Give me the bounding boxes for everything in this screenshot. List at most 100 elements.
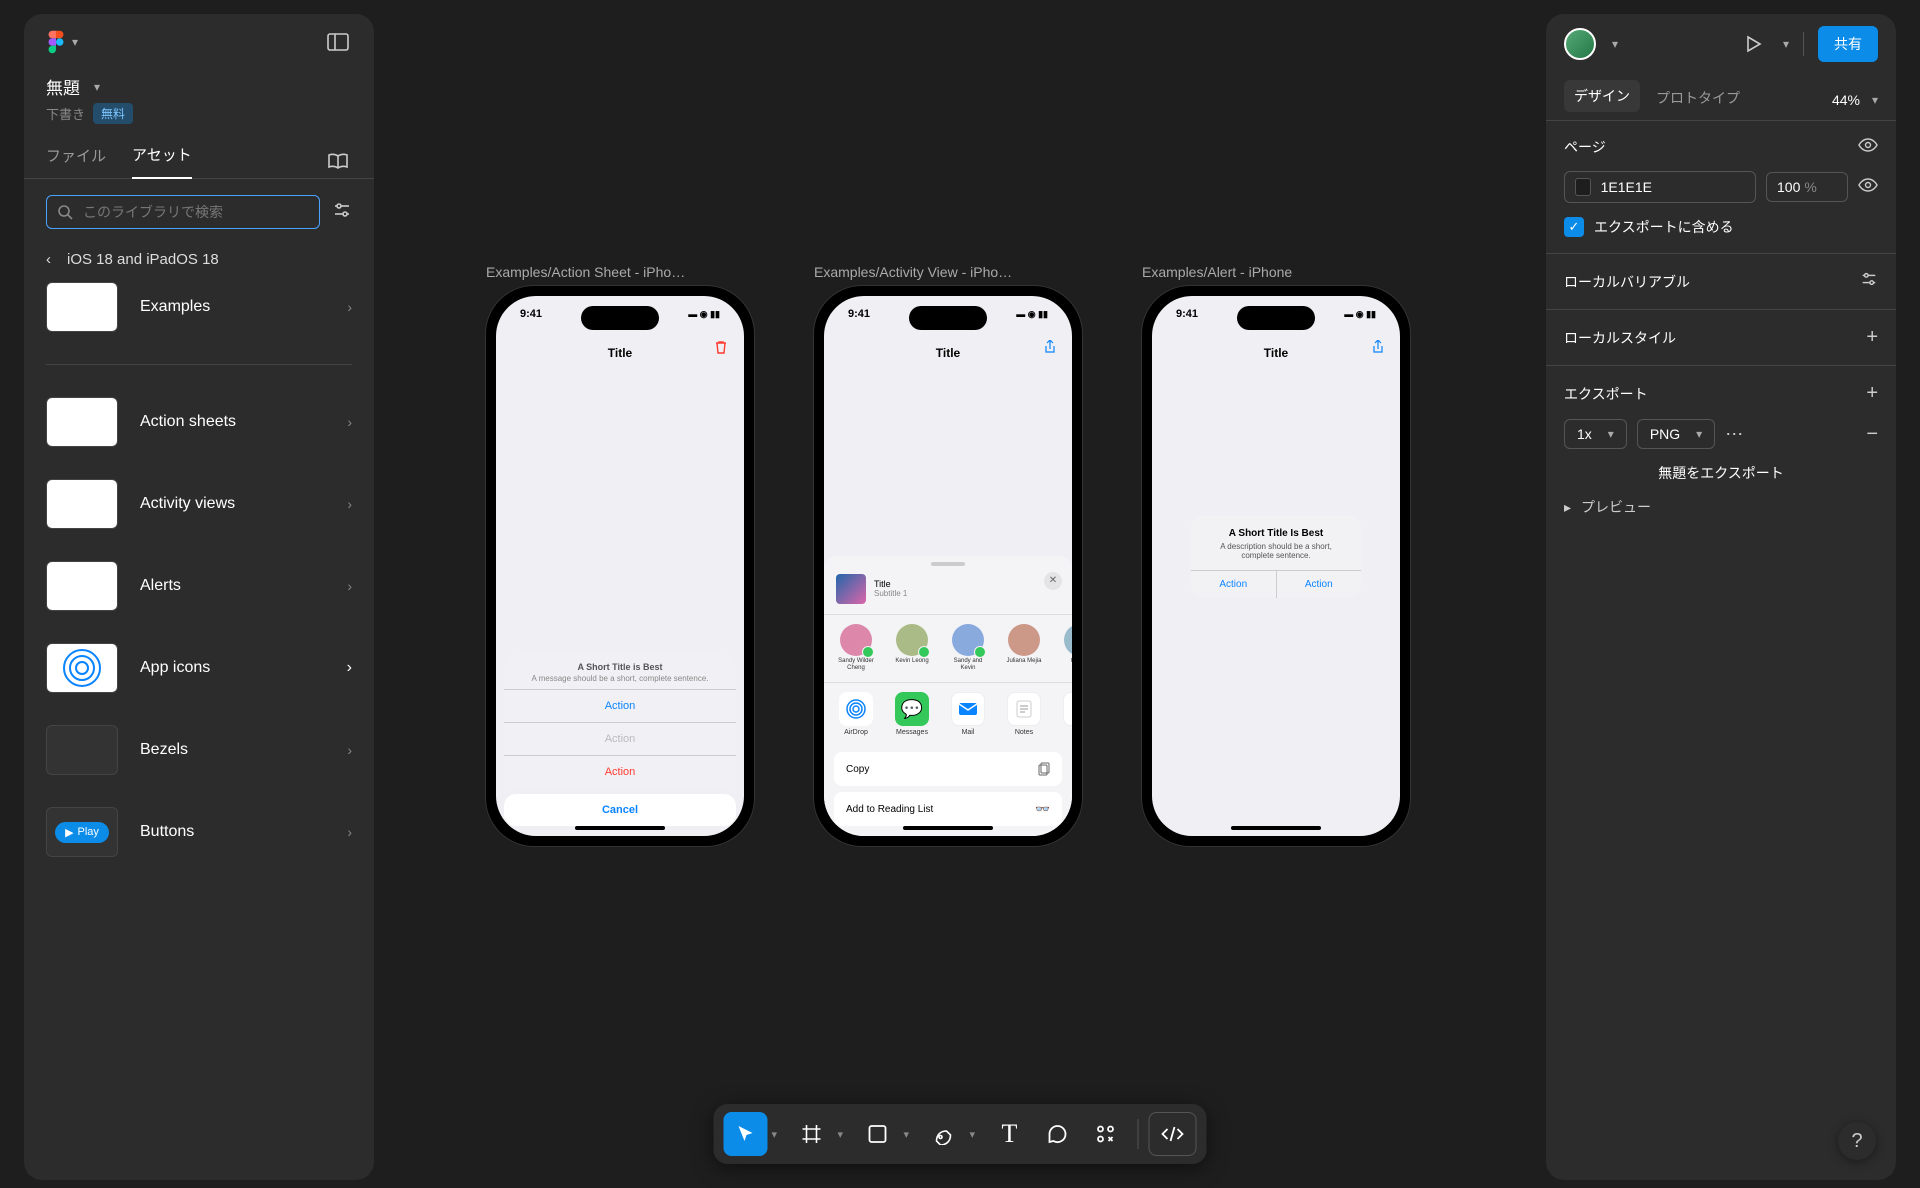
asset-item-examples[interactable]: Examples › [46,282,352,332]
frame-activity-view[interactable]: Examples/Activity View - iPho… 9:41 ▬ ◉ … [814,264,1082,846]
doc-title-row[interactable]: 無題 ▾ [24,66,374,101]
dev-mode-button[interactable] [1149,1112,1197,1156]
asset-item-app-icons[interactable]: App icons › [46,643,352,693]
shape-tool-chevron[interactable]: ▾ [904,1128,918,1141]
pen-tool-chevron[interactable]: ▾ [970,1128,984,1141]
chevron-down-icon[interactable]: ▾ [1612,37,1618,51]
play-badge: ▶ Play [55,822,109,843]
figma-menu[interactable]: ▾ [46,28,78,56]
chevron-right-icon: › [347,414,352,430]
activity-reading-list: Add to Reading List 👓 [834,792,1062,826]
export-format-select[interactable]: PNG ▾ [1637,419,1715,449]
export-button[interactable]: 無題をエクスポート [1564,463,1878,483]
alert-action-1: Action [1191,571,1277,598]
nav-title: Title [824,340,1072,366]
export-scale-select[interactable]: 1x ▾ [1564,419,1627,449]
plus-icon[interactable]: + [1866,326,1878,349]
sheet-title: A Short Title is Best [514,662,726,672]
asset-item-action-sheets[interactable]: Action sheets › [46,397,352,447]
asset-thumb [46,397,118,447]
dynamic-island [1237,306,1315,330]
frame-tool[interactable] [790,1112,834,1156]
share-button[interactable]: 共有 [1818,26,1878,62]
tab-file[interactable]: ファイル [46,145,106,178]
alert-action-2: Action [1277,571,1362,598]
zoom-control[interactable]: 44% ▾ [1832,92,1878,108]
asset-item-alerts[interactable]: Alerts › [46,561,352,611]
close-icon: ✕ [1044,572,1062,590]
color-swatch[interactable] [1575,178,1591,196]
visibility-icon[interactable] [1858,178,1878,197]
asset-item-bezels[interactable]: Bezels › [46,725,352,775]
activity-copy: Copy [834,752,1062,786]
toggle-sidebar-button[interactable] [324,28,352,56]
frame-label[interactable]: Examples/Action Sheet - iPho… [486,264,754,280]
present-button[interactable] [1739,30,1767,58]
frame-label[interactable]: Examples/Activity View - iPho… [814,264,1082,280]
tab-design[interactable]: デザイン [1564,80,1640,112]
frame-action-sheet[interactable]: Examples/Action Sheet - iPho… 9:41 ▬ ◉ ▮… [486,264,754,846]
settings-icon[interactable] [1860,270,1878,293]
section-local-styles[interactable]: ローカルスタイル + [1546,310,1896,366]
phone-mockup: 9:41 ▬ ◉ ▮▮ Title A Short Title Is Best … [1142,286,1410,846]
text-tool[interactable]: T [988,1112,1032,1156]
actions-tool[interactable] [1084,1112,1128,1156]
more-icon[interactable]: ⋯ [1725,424,1745,445]
canvas[interactable]: Examples/Action Sheet - iPho… 9:41 ▬ ◉ ▮… [376,14,1522,1180]
library-button[interactable] [324,147,352,175]
user-avatar[interactable] [1564,28,1596,60]
minus-icon[interactable]: − [1866,423,1878,446]
activity-preview-thumb [836,574,866,604]
section-title-page: ページ [1564,137,1606,157]
sheet-message: A message should be a short, complete se… [514,674,726,683]
share-icon [1044,340,1056,357]
frame-alert[interactable]: Examples/Alert - iPhone 9:41 ▬ ◉ ▮▮ Titl… [1142,264,1410,846]
background-color-input[interactable] [1564,171,1756,203]
right-panel: ▾ ▾ 共有 デザイン プロトタイプ 44% ▾ ページ 100 [1546,14,1896,1180]
phone-mockup: 9:41 ▬ ◉ ▮▮ Title A Short Title is Best … [486,286,754,846]
asset-thumb [46,479,118,529]
chevron-down-icon[interactable]: ▾ [1783,37,1789,51]
asset-item-activity-views[interactable]: Activity views › [46,479,352,529]
visibility-toggle[interactable] [1858,138,1878,157]
opacity-input[interactable]: 100 % [1766,172,1848,202]
check-icon: ✓ [1564,217,1584,237]
chevron-down-icon: ▾ [1872,93,1878,107]
asset-list: Examples › Action sheets › Activity view… [24,282,374,1180]
chevron-left-icon: ‹ [46,251,51,268]
frame-label[interactable]: Examples/Alert - iPhone [1142,264,1410,280]
move-tool[interactable] [724,1112,768,1156]
include-export-checkbox[interactable]: ✓ エクスポートに含める [1564,217,1878,237]
sheet-cancel: Cancel [504,794,736,826]
pen-tool[interactable] [922,1112,966,1156]
move-tool-chevron[interactable]: ▾ [772,1128,786,1141]
asset-thumb [46,725,118,775]
section-page: ページ 100 % ✓ エクスポートに含める [1546,121,1896,254]
chevron-right-icon: › [347,824,352,840]
section-local-variables[interactable]: ローカルバリアブル [1546,254,1896,310]
tab-assets[interactable]: アセット [132,144,192,179]
asset-search-input[interactable] [46,195,320,229]
chevron-right-icon: › [347,659,352,677]
draft-label: 下書き [46,104,85,123]
search-icon [57,204,73,220]
help-button[interactable]: ? [1838,1122,1876,1160]
asset-item-buttons[interactable]: ▶ Play Buttons › [46,807,352,857]
preview-toggle[interactable]: ▸ プレビュー [1564,497,1878,517]
left-panel-header: ▾ [24,14,374,66]
frames-container: Examples/Action Sheet - iPho… 9:41 ▬ ◉ ▮… [486,264,1410,846]
activity-sheet: Title Subtitle 1 ✕ Sandy Wilder Cheng Ke… [824,556,1072,836]
home-indicator [1231,826,1321,830]
chevron-down-icon: ▾ [94,80,100,94]
plus-icon[interactable]: + [1866,382,1878,405]
apps-row: AirDrop 💬Messages Mail Notes Remi [824,682,1072,746]
tab-prototype[interactable]: プロトタイプ [1652,80,1744,120]
sheet-action-destructive: Action [504,756,736,788]
asset-breadcrumb[interactable]: ‹ iOS 18 and iPadOS 18 [24,241,374,282]
frame-tool-chevron[interactable]: ▾ [838,1128,852,1141]
rectangle-tool[interactable] [856,1112,900,1156]
search-row [24,179,374,241]
dynamic-island [581,306,659,330]
comment-tool[interactable] [1036,1112,1080,1156]
filter-button[interactable] [332,200,352,225]
